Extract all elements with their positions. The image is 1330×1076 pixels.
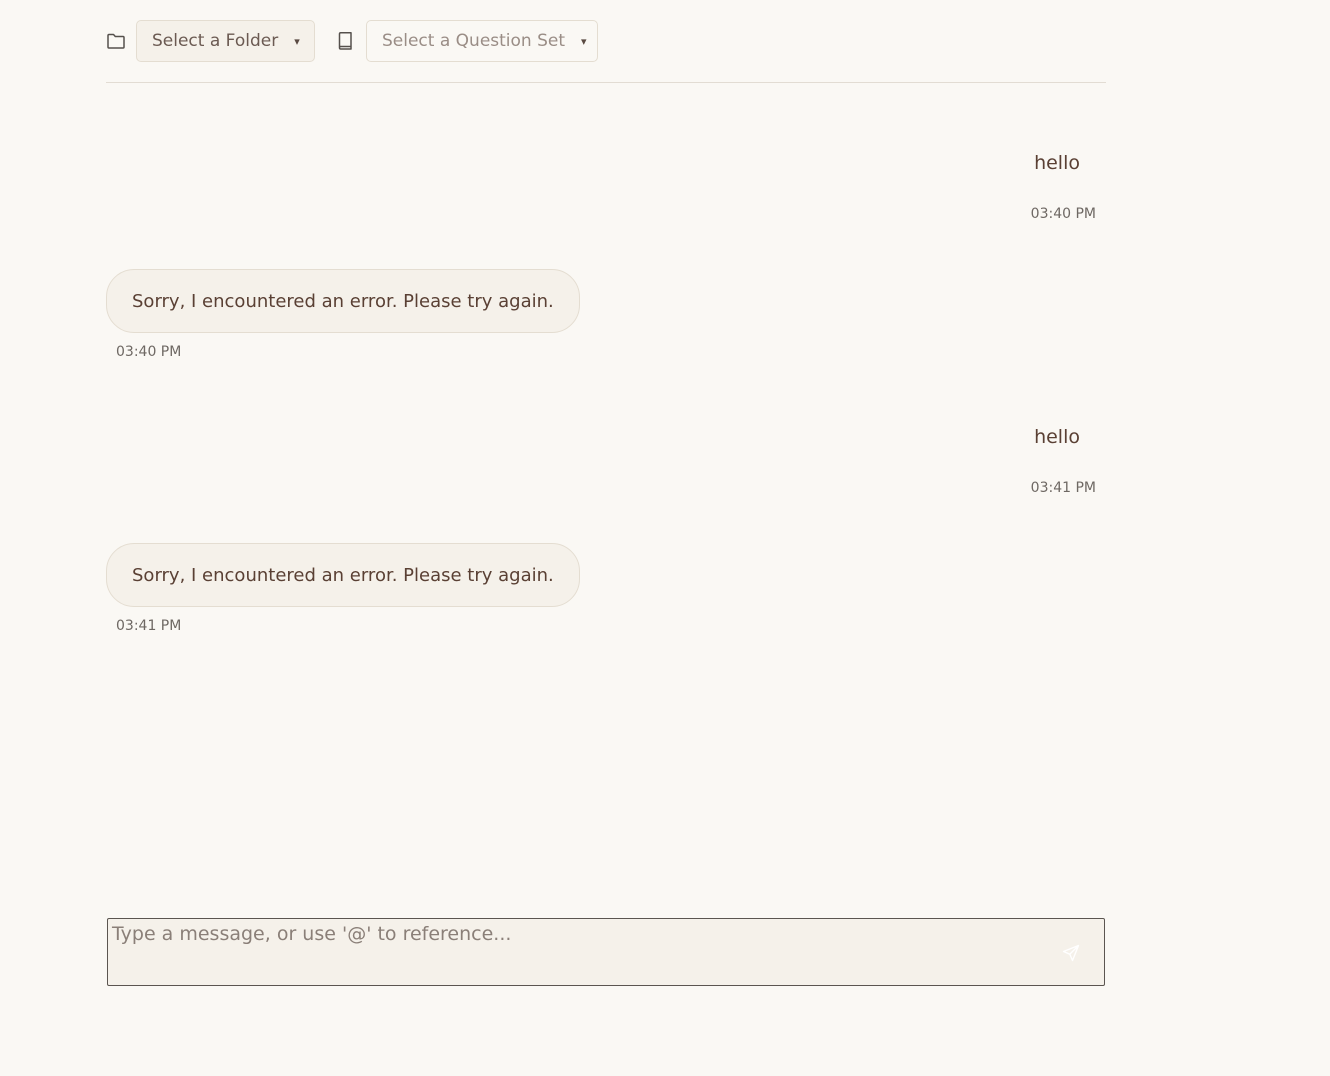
message-input[interactable] [110, 921, 1050, 981]
user-message: hello [1034, 152, 1080, 174]
chat-page: Select a Folder ▾ Select a Question Set … [0, 0, 1330, 1076]
toolbar-divider [106, 82, 1106, 83]
folder-icon [106, 31, 126, 51]
book-icon [335, 31, 355, 51]
message-timestamp: 03:40 PM [1030, 206, 1096, 222]
question-set-select-label: Select a Question Set [382, 31, 566, 51]
folder-select[interactable]: Select a Folder ▾ [136, 20, 315, 62]
folder-select-label: Select a Folder [152, 31, 279, 51]
message-composer [107, 918, 1105, 986]
user-message: hello [1034, 426, 1080, 448]
message-timestamp: 03:40 PM [116, 344, 182, 360]
send-button[interactable] [1060, 942, 1082, 964]
assistant-message: Sorry, I encountered an error. Please tr… [106, 269, 580, 333]
toolbar: Select a Folder ▾ Select a Question Set … [106, 20, 1106, 62]
message-timestamp: 03:41 PM [116, 618, 182, 634]
chevron-down-icon: ▾ [294, 34, 300, 48]
question-set-select[interactable]: Select a Question Set ▾ [366, 20, 598, 62]
send-icon [1062, 944, 1080, 962]
chevron-down-icon: ▾ [581, 34, 587, 48]
assistant-message: Sorry, I encountered an error. Please tr… [106, 543, 580, 607]
message-timestamp: 03:41 PM [1030, 480, 1096, 496]
